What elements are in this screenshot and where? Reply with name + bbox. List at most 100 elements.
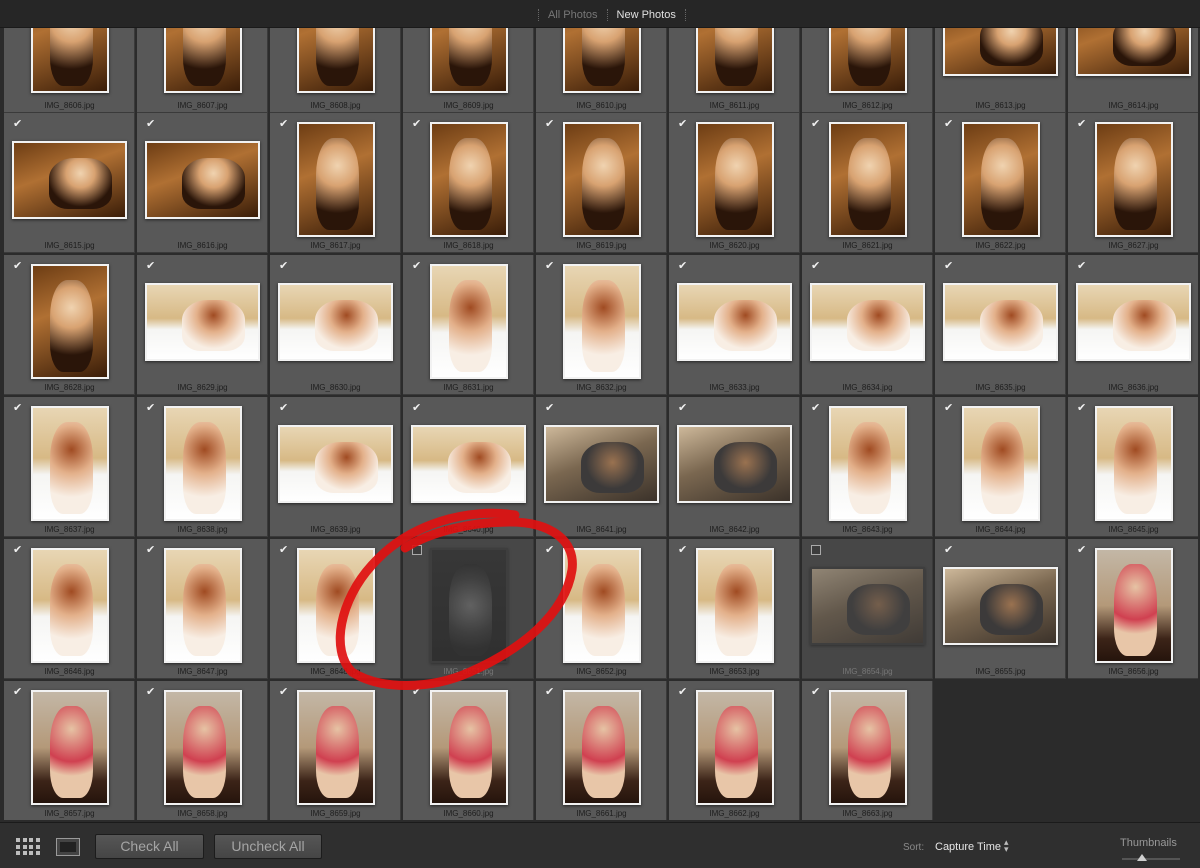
check-all-button[interactable]: Check All bbox=[95, 834, 204, 859]
photo-cell[interactable]: ✔ IMG_8635.jpg bbox=[935, 255, 1066, 395]
sort-select[interactable]: Capture Time bbox=[935, 841, 1001, 853]
photo-cell[interactable]: ✔ IMG_8658.jpg bbox=[137, 681, 268, 820]
checkbox-checked-icon[interactable]: ✔ bbox=[146, 545, 156, 556]
checkbox-checked-icon[interactable]: ✔ bbox=[412, 403, 422, 414]
photo-thumbnail[interactable] bbox=[163, 548, 242, 663]
photo-cell[interactable]: ✔ IMG_8656.jpg bbox=[1068, 539, 1198, 679]
photo-cell[interactable]: ✔ IMG_8643.jpg bbox=[802, 397, 933, 537]
photo-cell[interactable]: ✔ IMG_8628.jpg bbox=[4, 255, 135, 395]
checkbox-checked-icon[interactable]: ✔ bbox=[811, 261, 821, 272]
photo-cell[interactable]: ✔ IMG_8629.jpg bbox=[137, 255, 268, 395]
photo-cell[interactable]: ✔ IMG_8659.jpg bbox=[270, 681, 401, 820]
photo-thumbnail[interactable] bbox=[429, 28, 508, 93]
checkbox-checked-icon[interactable]: ✔ bbox=[678, 687, 688, 698]
photo-cell[interactable]: ✔ IMG_8641.jpg bbox=[536, 397, 667, 537]
grid-view-icon[interactable] bbox=[16, 837, 41, 857]
checkbox-checked-icon[interactable]: ✔ bbox=[13, 119, 23, 130]
checkbox-checked-icon[interactable]: ✔ bbox=[944, 119, 954, 130]
photo-cell[interactable]: ✔ IMG_8646.jpg bbox=[4, 539, 135, 679]
photo-cell[interactable]: ✔ IMG_8632.jpg bbox=[536, 255, 667, 395]
photo-thumbnail[interactable] bbox=[30, 690, 109, 805]
photo-thumbnail[interactable] bbox=[429, 122, 508, 237]
photo-thumbnail[interactable] bbox=[677, 282, 792, 361]
photo-thumbnail[interactable] bbox=[828, 690, 907, 805]
checkbox-checked-icon[interactable]: ✔ bbox=[1077, 119, 1087, 130]
checkbox-checked-icon[interactable]: ✔ bbox=[811, 403, 821, 414]
checkbox-checked-icon[interactable]: ✔ bbox=[146, 119, 156, 130]
photo-cell[interactable]: ✔ IMG_8637.jpg bbox=[4, 397, 135, 537]
loupe-view-icon[interactable] bbox=[56, 838, 80, 856]
photo-cell[interactable]: IMG_8614.jpg bbox=[1068, 28, 1198, 113]
photo-cell[interactable]: ✔ IMG_8616.jpg bbox=[137, 113, 268, 253]
photo-cell[interactable]: ✔ IMG_8627.jpg bbox=[1068, 113, 1198, 253]
photo-thumbnail[interactable] bbox=[562, 264, 641, 379]
checkbox-checked-icon[interactable]: ✔ bbox=[678, 545, 688, 556]
photo-thumbnail[interactable] bbox=[296, 548, 375, 663]
checkbox-checked-icon[interactable]: ✔ bbox=[146, 403, 156, 414]
photo-cell[interactable]: ✔ IMG_8648.jpg bbox=[270, 539, 401, 679]
photo-thumbnail[interactable] bbox=[30, 406, 109, 521]
photo-thumbnail[interactable] bbox=[943, 282, 1058, 361]
photo-cell[interactable]: IMG_8613.jpg bbox=[935, 28, 1066, 113]
checkbox-checked-icon[interactable]: ✔ bbox=[279, 261, 289, 272]
photo-thumbnail[interactable] bbox=[961, 406, 1040, 521]
checkbox-checked-icon[interactable]: ✔ bbox=[146, 261, 156, 272]
checkbox-checked-icon[interactable]: ✔ bbox=[13, 261, 23, 272]
photo-cell[interactable]: ✔ IMG_8647.jpg bbox=[137, 539, 268, 679]
photo-thumbnail[interactable] bbox=[695, 28, 774, 93]
photo-cell[interactable]: IMG_8654.jpg bbox=[802, 539, 933, 679]
checkbox-checked-icon[interactable]: ✔ bbox=[13, 403, 23, 414]
photo-cell[interactable]: ✔ IMG_8617.jpg bbox=[270, 113, 401, 253]
checkbox-unchecked-icon[interactable] bbox=[811, 545, 821, 555]
photo-thumbnail[interactable] bbox=[677, 424, 792, 503]
photo-thumbnail[interactable] bbox=[562, 122, 641, 237]
tab-all-photos[interactable]: All Photos bbox=[539, 8, 607, 22]
photo-cell[interactable]: ✔ IMG_8621.jpg bbox=[802, 113, 933, 253]
tab-new-photos[interactable]: New Photos bbox=[608, 8, 685, 22]
photo-thumbnail[interactable] bbox=[695, 548, 774, 663]
photo-thumbnail[interactable] bbox=[1094, 122, 1173, 237]
photo-cell[interactable]: ✔ IMG_8639.jpg bbox=[270, 397, 401, 537]
photo-cell[interactable]: ✔ IMG_8615.jpg bbox=[4, 113, 135, 253]
photo-cell[interactable]: ✔ IMG_8638.jpg bbox=[137, 397, 268, 537]
photo-cell[interactable]: ✔ IMG_8644.jpg bbox=[935, 397, 1066, 537]
photo-cell[interactable]: IMG_8609.jpg bbox=[403, 28, 534, 113]
photo-thumbnail[interactable] bbox=[30, 264, 109, 379]
checkbox-checked-icon[interactable]: ✔ bbox=[545, 261, 555, 272]
photo-cell[interactable]: ✔ IMG_8633.jpg bbox=[669, 255, 800, 395]
checkbox-checked-icon[interactable]: ✔ bbox=[13, 687, 23, 698]
photo-cell[interactable]: IMG_8610.jpg bbox=[536, 28, 667, 113]
checkbox-checked-icon[interactable]: ✔ bbox=[811, 687, 821, 698]
photo-cell[interactable]: ✔ IMG_8636.jpg bbox=[1068, 255, 1198, 395]
photo-thumbnail[interactable] bbox=[695, 122, 774, 237]
photo-cell[interactable]: ✔ IMG_8631.jpg bbox=[403, 255, 534, 395]
checkbox-checked-icon[interactable]: ✔ bbox=[279, 687, 289, 698]
photo-cell[interactable]: ✔ IMG_8642.jpg bbox=[669, 397, 800, 537]
photo-thumbnail[interactable] bbox=[828, 122, 907, 237]
photo-thumbnail[interactable] bbox=[30, 28, 109, 93]
photo-cell[interactable]: ✔ IMG_8655.jpg bbox=[935, 539, 1066, 679]
checkbox-checked-icon[interactable]: ✔ bbox=[1077, 545, 1087, 556]
photo-thumbnail[interactable] bbox=[810, 566, 925, 645]
photo-thumbnail[interactable] bbox=[1076, 282, 1191, 361]
photo-cell[interactable]: IMG_8612.jpg bbox=[802, 28, 933, 113]
photo-thumbnail[interactable] bbox=[30, 548, 109, 663]
checkbox-checked-icon[interactable]: ✔ bbox=[279, 119, 289, 130]
photo-cell[interactable]: ✔ IMG_8645.jpg bbox=[1068, 397, 1198, 537]
photo-thumbnail[interactable] bbox=[145, 140, 260, 219]
thumbnail-slider-handle[interactable] bbox=[1137, 854, 1148, 861]
photo-thumbnail[interactable] bbox=[1094, 548, 1173, 663]
photo-thumbnail[interactable] bbox=[278, 282, 393, 361]
checkbox-checked-icon[interactable]: ✔ bbox=[811, 119, 821, 130]
thumbnail-size-slider[interactable] bbox=[1122, 858, 1180, 860]
photo-cell[interactable]: ✔ IMG_8652.jpg bbox=[536, 539, 667, 679]
photo-thumbnail[interactable] bbox=[278, 424, 393, 503]
photo-thumbnail[interactable] bbox=[1094, 406, 1173, 521]
photo-thumbnail[interactable] bbox=[562, 548, 641, 663]
photo-cell[interactable]: ✔ IMG_8653.jpg bbox=[669, 539, 800, 679]
photo-thumbnail[interactable] bbox=[961, 122, 1040, 237]
photo-thumbnail[interactable] bbox=[296, 28, 375, 93]
photo-thumbnail[interactable] bbox=[296, 690, 375, 805]
photo-thumbnail[interactable] bbox=[12, 140, 127, 219]
photo-thumbnail[interactable] bbox=[562, 28, 641, 93]
